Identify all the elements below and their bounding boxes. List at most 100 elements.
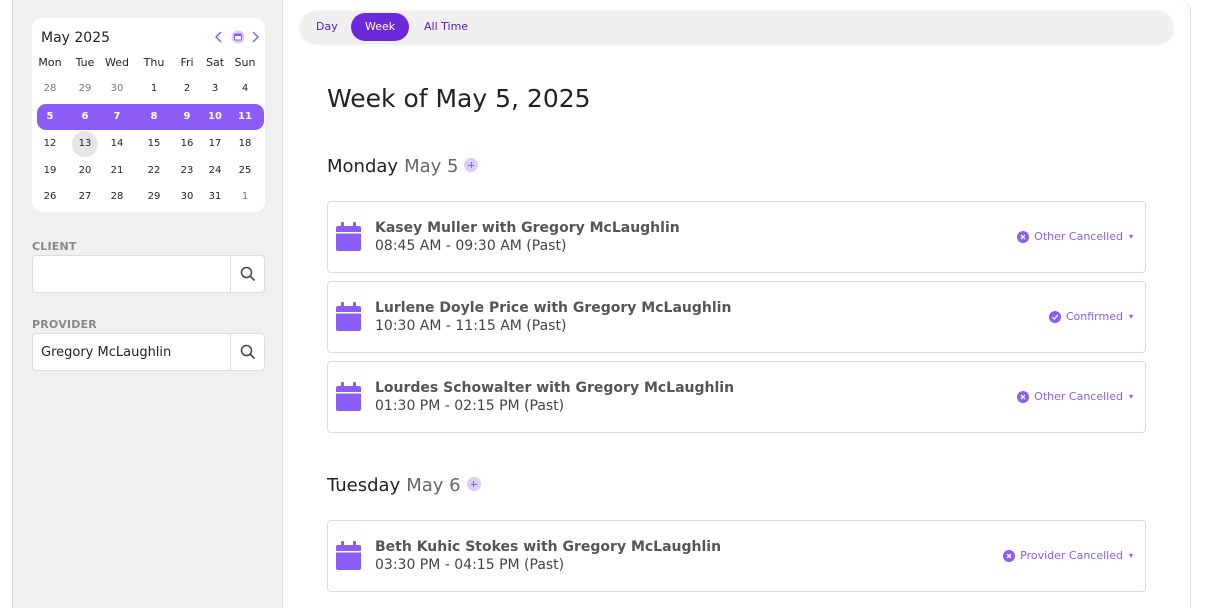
caret-down-icon: ▾ <box>1128 551 1133 560</box>
status-label: Other Cancelled <box>1034 230 1123 243</box>
status-dropdown[interactable]: Other Cancelled ▾ <box>1017 390 1133 403</box>
weekday-header: Tue <box>75 56 95 69</box>
day-heading-tuesday: Tuesday May 6 <box>327 475 481 496</box>
appointment-title: Kasey Muller with Gregory McLaughlin <box>375 220 680 236</box>
calendar-day[interactable]: 29 <box>141 184 167 210</box>
x-circle-icon <box>1017 390 1030 403</box>
calendar-day[interactable]: 7 <box>104 104 130 130</box>
caret-down-icon: ▾ <box>1128 232 1133 241</box>
calendar-icon <box>336 382 361 411</box>
appointment-title: Lourdes Schowalter with Gregory McLaughl… <box>375 380 735 396</box>
page-title: Week of May 5, 2025 <box>327 84 591 113</box>
calendar-day[interactable]: 28 <box>37 76 63 102</box>
calendar-day[interactable]: 18 <box>232 131 258 157</box>
view-tabs: Day Week All Time <box>300 11 1173 43</box>
x-circle-icon <box>1003 549 1016 562</box>
weekday-header: Sat <box>205 56 225 69</box>
weekday-header: Sun <box>234 56 256 69</box>
next-month-button[interactable] <box>248 29 262 45</box>
calendar-day[interactable]: 11 <box>232 104 258 130</box>
appointment-card[interactable]: Kasey Muller with Gregory McLaughlin 08:… <box>327 201 1146 273</box>
calendar-day[interactable]: 23 <box>174 158 200 184</box>
appointment-time: 01:30 PM - 02:15 PM (Past) <box>375 398 565 414</box>
appointment-card[interactable]: Lurlene Doyle Price with Gregory McLaugh… <box>327 281 1146 353</box>
calendar-day[interactable]: 8 <box>141 104 167 130</box>
tab-day[interactable]: Day <box>302 13 352 41</box>
chevron-left-icon <box>215 31 222 43</box>
calendar-day[interactable]: 6 <box>72 104 98 130</box>
appointment-card[interactable]: Lourdes Schowalter with Gregory McLaughl… <box>327 361 1146 433</box>
calendar-day[interactable]: 31 <box>202 184 228 210</box>
client-search-input[interactable] <box>33 256 230 292</box>
appointment-card[interactable]: Beth Kuhic Stokes with Gregory McLaughli… <box>327 520 1146 592</box>
calendar-day[interactable]: 12 <box>37 131 63 157</box>
calendar-day[interactable]: 5 <box>37 104 63 130</box>
calendar-day[interactable]: 15 <box>141 131 167 157</box>
calendar-day[interactable]: 24 <box>202 158 228 184</box>
day-heading-monday: Monday May 5 <box>327 156 479 177</box>
calendar-month-title: May 2025 <box>41 30 111 46</box>
appointment-time: 10:30 AM - 11:15 AM (Past) <box>375 318 567 334</box>
caret-down-icon: ▾ <box>1128 312 1133 321</box>
calendar-day[interactable]: 19 <box>37 158 63 184</box>
mini-calendar: May 2025 Mon Tue Wed Thu Fri Sat Sun 28 29 30 1 2 3… <box>32 18 265 212</box>
calendar-day[interactable]: 16 <box>174 131 200 157</box>
calendar-day[interactable]: 29 <box>72 76 98 102</box>
calendar-day[interactable]: 22 <box>141 158 167 184</box>
provider-search-button[interactable] <box>230 334 264 370</box>
calendar-day[interactable]: 9 <box>174 104 200 130</box>
weekday-header: Fri <box>180 56 194 69</box>
calendar-icon <box>336 302 361 331</box>
calendar-day[interactable]: 1 <box>141 76 167 102</box>
today-icon <box>231 30 245 44</box>
day-heading-date: May 6 <box>406 475 461 496</box>
appointment-title: Lurlene Doyle Price with Gregory McLaugh… <box>375 300 732 316</box>
check-circle-icon <box>1048 310 1061 323</box>
calendar-icon <box>336 222 361 251</box>
client-search <box>32 255 265 293</box>
calendar-day[interactable]: 4 <box>232 76 258 102</box>
sidebar: May 2025 Mon Tue Wed Thu Fri Sat Sun 28 29 30 1 2 3… <box>12 0 283 608</box>
calendar-day[interactable]: 27 <box>72 184 98 210</box>
calendar-day[interactable]: 14 <box>104 131 130 157</box>
calendar-day[interactable]: 25 <box>232 158 258 184</box>
calendar-day[interactable]: 30 <box>104 76 130 102</box>
tab-all-time[interactable]: All Time <box>410 13 482 41</box>
calendar-day[interactable]: 21 <box>104 158 130 184</box>
calendar-day[interactable]: 20 <box>72 158 98 184</box>
add-appointment-icon[interactable] <box>466 477 481 491</box>
status-label: Provider Cancelled <box>1020 549 1123 562</box>
client-search-button[interactable] <box>230 256 264 292</box>
calendar-day[interactable]: 30 <box>174 184 200 210</box>
calendar-day[interactable]: 17 <box>202 131 228 157</box>
status-dropdown[interactable]: Other Cancelled ▾ <box>1017 230 1133 243</box>
appointment-title: Beth Kuhic Stokes with Gregory McLaughli… <box>375 539 722 555</box>
calendar-day[interactable]: 1 <box>232 184 258 210</box>
day-heading-weekday: Tuesday <box>327 475 401 496</box>
day-heading-weekday: Monday <box>327 156 399 177</box>
status-dropdown[interactable]: Provider Cancelled ▾ <box>1003 549 1133 562</box>
appointment-time: 08:45 AM - 09:30 AM (Past) <box>375 238 567 254</box>
calendar-day[interactable]: 10 <box>202 104 228 130</box>
search-icon <box>240 266 255 282</box>
today-button[interactable] <box>231 29 245 45</box>
weekday-header: Wed <box>105 56 129 69</box>
day-heading-date: May 5 <box>404 156 459 177</box>
calendar-day[interactable]: 2 <box>174 76 200 102</box>
caret-down-icon: ▾ <box>1128 392 1133 401</box>
prev-month-button[interactable] <box>212 29 226 45</box>
client-label: CLIENT <box>32 240 77 253</box>
status-label: Other Cancelled <box>1034 390 1123 403</box>
calendar-day[interactable]: 28 <box>104 184 130 210</box>
chevron-right-icon <box>252 31 259 43</box>
calendar-icon <box>336 541 361 570</box>
provider-search-input[interactable] <box>33 334 230 370</box>
calendar-day[interactable]: 3 <box>202 76 228 102</box>
weekday-header: Mon <box>38 56 62 69</box>
main-content: Day Week All Time Week of May 5, 2025 Mo… <box>283 0 1191 608</box>
status-dropdown[interactable]: Confirmed ▾ <box>1048 310 1133 323</box>
calendar-day[interactable]: 13 <box>72 131 98 157</box>
calendar-day[interactable]: 26 <box>37 184 63 210</box>
tab-week[interactable]: Week <box>351 13 410 41</box>
add-appointment-icon[interactable] <box>464 158 479 172</box>
